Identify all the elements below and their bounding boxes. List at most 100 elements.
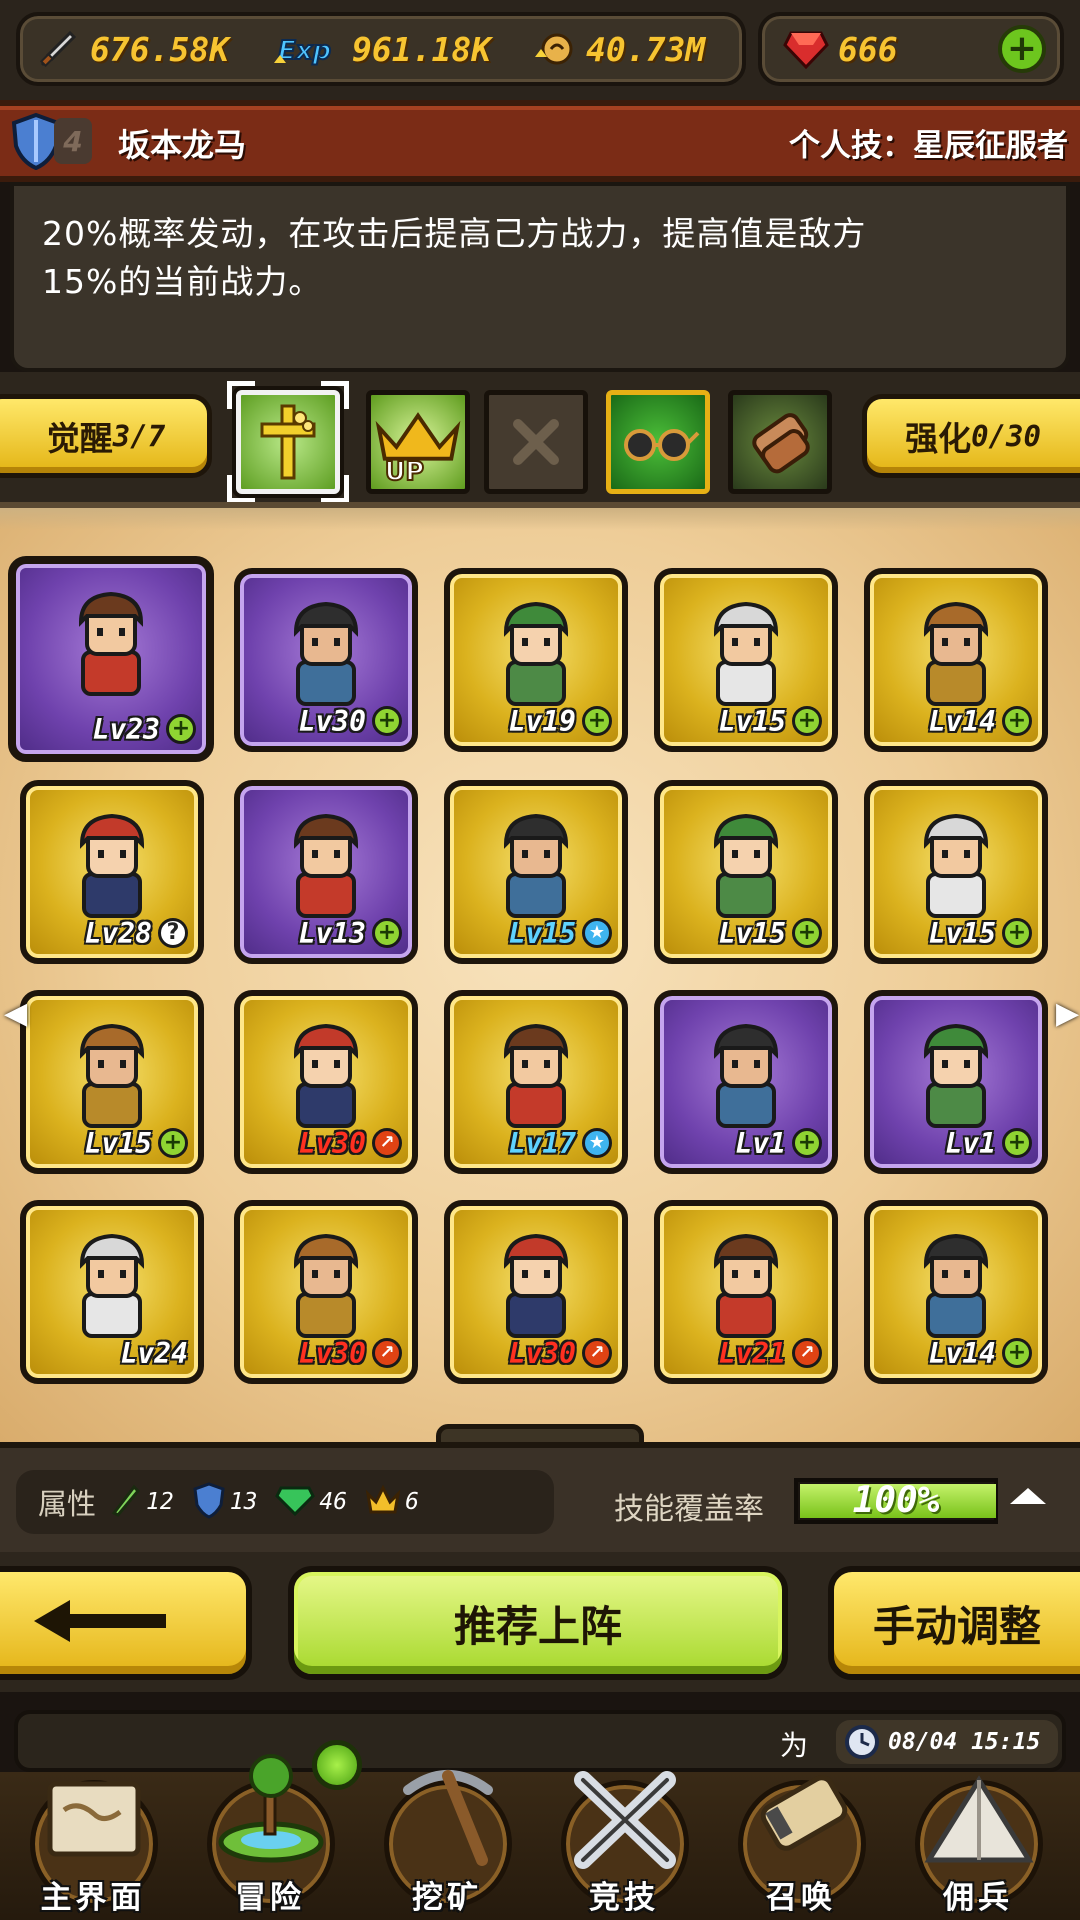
skill-slot-empty[interactable] (484, 390, 588, 494)
nav-mercenary[interactable]: 佣兵 (893, 1772, 1063, 1920)
hero-card[interactable]: Lv1 + (654, 990, 838, 1174)
prev-page-arrow[interactable]: ◀ (4, 994, 27, 1034)
hero-level: Lv15 (718, 917, 786, 950)
nav-home[interactable]: 主界面 (8, 1772, 178, 1920)
nav-mining[interactable]: 挖矿 (362, 1770, 532, 1920)
star-icon: ★ (582, 918, 612, 948)
star-icon: ★ (582, 1128, 612, 1158)
hero-card[interactable]: Lv30 ↗ (234, 990, 418, 1174)
hero-card[interactable]: Lv1 + (864, 990, 1048, 1174)
question-icon: ? (158, 918, 188, 948)
hero-card[interactable]: Lv15 ★ (444, 780, 628, 964)
hero-card[interactable]: Lv24 (20, 1200, 204, 1384)
hero-portrait (78, 591, 144, 696)
team-stats-row: 属性 12 13 46 6 技能覆盖率 100% (0, 1442, 1080, 1552)
hero-portrait (713, 1023, 779, 1128)
gem-value: 666 (838, 29, 898, 69)
hero-level: Lv1 (945, 1127, 996, 1160)
hero-card[interactable]: Lv19 + (444, 568, 628, 752)
hero-card[interactable]: Lv21 ↗ (654, 1200, 838, 1384)
hero-card[interactable]: Lv23 + (8, 556, 214, 762)
attribute-summary[interactable]: 属性 12 13 46 6 (16, 1470, 554, 1534)
hero-card[interactable]: Lv28? (20, 780, 204, 964)
attribute-label: 属性 (38, 1487, 97, 1521)
upgrade-plus-icon: + (792, 706, 822, 736)
hero-card[interactable]: Lv13 + (234, 780, 418, 964)
hero-card[interactable]: Lv15 + (864, 780, 1048, 964)
upgrade-plus-icon: + (372, 918, 402, 948)
upgrade-plus-icon: + (1002, 1128, 1032, 1158)
attack-value: 676.58K (90, 29, 230, 69)
attr-sword: 12 (108, 1481, 174, 1523)
hero-card[interactable]: Lv14 + (864, 1200, 1048, 1384)
selection-corner (321, 381, 349, 409)
upgrade-plus-icon: + (792, 918, 822, 948)
skill-slot-crown-up[interactable]: UP (366, 390, 470, 494)
hero-portrait (79, 813, 145, 918)
exp-resource: Exp 961.18K (270, 16, 491, 82)
exp-value: 961.18K (352, 29, 492, 69)
expand-up-icon[interactable] (1010, 1488, 1046, 1504)
hero-name: 坂本龙马 (118, 126, 247, 164)
nav-label: 挖矿 (412, 1880, 482, 1916)
upgrade-plus-icon: + (582, 706, 612, 736)
hero-level: Lv30 (298, 705, 366, 738)
skill-description-panel: 20%概率发动，在攻击后提高己方战力，提高值是敌方 15%的当前战力。 (10, 182, 1070, 372)
hero-portrait (293, 601, 359, 706)
skill-description-line1: 20%概率发动，在攻击后提高己方战力，提高值是敌方 (42, 214, 867, 253)
skill-description-line2: 15%的当前战力。 (42, 262, 323, 301)
action-row: 推荐上阵 手动调整 (0, 1552, 1080, 1692)
skill-slot-scroll[interactable] (728, 390, 832, 494)
hero-card[interactable]: Lv15 + (654, 780, 838, 964)
adventure-notification-dot (312, 1740, 362, 1790)
hero-card[interactable]: Lv30 + (234, 568, 418, 752)
hero-card[interactable]: Lv14 + (864, 568, 1048, 752)
gold-value: 40.73M (586, 29, 706, 69)
attr-gem-value: 46 (319, 1489, 348, 1515)
hero-card[interactable]: Lv30 ↗ (234, 1200, 418, 1384)
hero-portrait (713, 813, 779, 918)
resource-bar: 676.58K Exp 961.18K 40.73M 666 + (0, 0, 1080, 100)
skill-slot-cross[interactable] (227, 381, 349, 503)
enhance-button[interactable]: 强化 0/30 (862, 394, 1080, 478)
enhance-label: 强化 (905, 419, 972, 458)
add-gems-button[interactable]: + (998, 25, 1046, 73)
skill-description: 20%概率发动，在攻击后提高己方战力，提高值是敌方 15%的当前战力。 (42, 210, 1042, 306)
skill-coverage-label: 技能覆盖率 (614, 1492, 764, 1527)
next-page-arrow[interactable]: ▶ (1056, 994, 1079, 1034)
locked-x-icon (489, 395, 583, 489)
hero-header: 4 坂本龙马 个人技：星辰征服者 (0, 100, 1080, 182)
hero-level: Lv14 (928, 705, 996, 738)
awaken-button[interactable]: 觉醒 3/7 (0, 394, 212, 478)
hero-card[interactable]: Lv15 + (20, 990, 204, 1174)
skill-slot-sunglasses[interactable] (606, 390, 710, 494)
nav-adventure[interactable]: 冒险 (185, 1754, 355, 1920)
manual-adjust-button[interactable]: 手动调整 (828, 1566, 1080, 1680)
skill-coverage-value: 100% (852, 1480, 940, 1521)
hero-card[interactable]: Lv17 ★ (444, 990, 628, 1174)
hero-level: Lv14 (928, 1337, 996, 1370)
hero-portrait (503, 1233, 569, 1338)
hero-card[interactable]: Lv30 ↗ (444, 1200, 628, 1384)
selection-corner (227, 475, 255, 503)
hero-portrait (79, 1233, 145, 1338)
nav-summon[interactable]: 召唤 (716, 1772, 886, 1920)
hero-portrait (503, 813, 569, 918)
crossed-swords-icon (574, 1771, 676, 1869)
hero-level: Lv15 (84, 1127, 152, 1160)
hero-portrait (503, 601, 569, 706)
back-button[interactable] (0, 1566, 252, 1680)
attr-crown: 6 (365, 1482, 419, 1522)
gem-resource: 666 (780, 16, 898, 82)
attr-shield-value: 13 (229, 1489, 258, 1515)
hero-level: Lv15 (508, 917, 576, 950)
hero-portrait (293, 813, 359, 918)
recommend-lineup-button[interactable]: 推荐上阵 (288, 1566, 788, 1680)
hero-portrait (923, 1023, 989, 1128)
ruby-icon (780, 23, 832, 75)
hero-card[interactable]: Lv15 + (654, 568, 838, 752)
pickaxe-icon (403, 1770, 493, 1866)
nav-arena[interactable]: 竞技 (539, 1771, 709, 1920)
hero-level: Lv28 (84, 917, 152, 950)
home-icon (47, 1781, 141, 1857)
